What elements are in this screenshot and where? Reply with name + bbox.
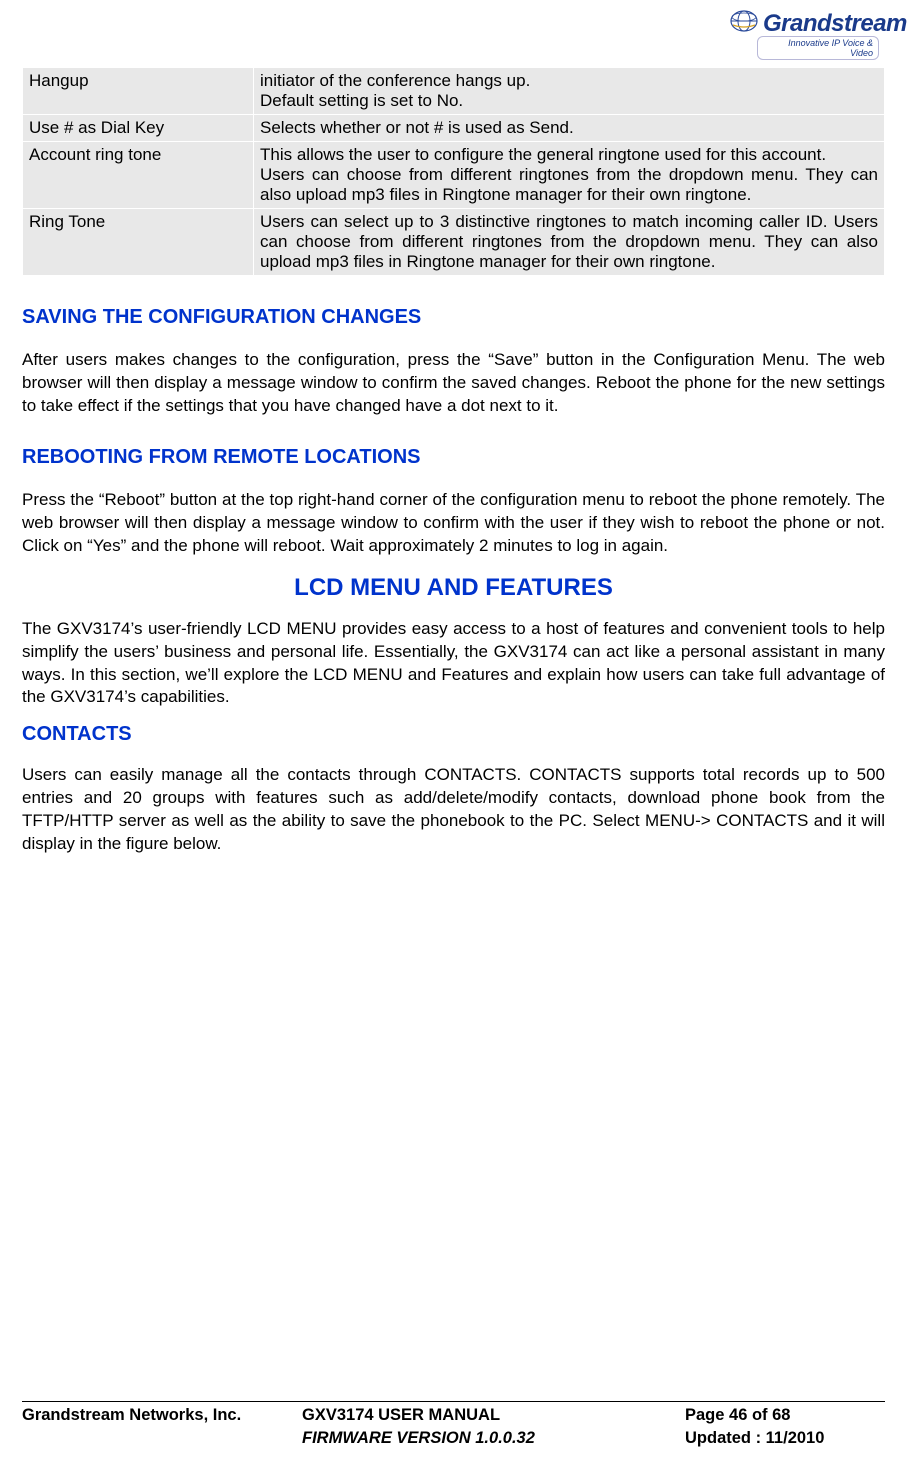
heading-contacts: CONTACTS <box>22 723 885 746</box>
brand-tagline: Innovative IP Voice & Video <box>757 36 879 60</box>
setting-desc: This allows the user to configure the ge… <box>254 142 885 209</box>
setting-label: Account ring tone <box>23 142 254 209</box>
settings-table: Hangup initiator of the conference hangs… <box>22 67 885 276</box>
table-row: Ring Tone Users can select up to 3 disti… <box>23 209 885 276</box>
setting-label: Use # as Dial Key <box>23 115 254 142</box>
paragraph-lcd: The GXV3174’s user-friendly LCD MENU pro… <box>22 618 885 710</box>
paragraph-reboot: Press the “Reboot” button at the top rig… <box>22 489 885 558</box>
table-row: Use # as Dial Key Selects whether or not… <box>23 115 885 142</box>
heading-saving: SAVING THE CONFIGURATION CHANGES <box>22 306 885 329</box>
footer-rule <box>22 1401 885 1402</box>
heading-reboot: REBOOTING FROM REMOTE LOCATIONS <box>22 446 885 469</box>
globe-icon <box>729 6 759 36</box>
brand-name: Grandstream <box>729 10 879 38</box>
setting-desc: Selects whether or not # is used as Send… <box>254 115 885 142</box>
header-logo: Grandstream Innovative IP Voice & Video <box>22 10 885 61</box>
setting-desc: initiator of the conference hangs up. De… <box>254 68 885 115</box>
setting-label: Ring Tone <box>23 209 254 276</box>
paragraph-contacts: Users can easily manage all the contacts… <box>22 764 885 856</box>
page-footer: Grandstream Networks, Inc. GXV3174 USER … <box>22 1401 885 1449</box>
heading-lcd: LCD MENU AND FEATURES <box>22 574 885 602</box>
setting-desc: Users can select up to 3 distinctive rin… <box>254 209 885 276</box>
footer-updated: Updated : 11/2010 <box>685 1427 885 1449</box>
table-row: Hangup initiator of the conference hangs… <box>23 68 885 115</box>
footer-firmware: FIRMWARE VERSION 1.0.0.32 <box>302 1427 685 1449</box>
setting-label: Hangup <box>23 68 254 115</box>
paragraph-saving: After users makes changes to the configu… <box>22 349 885 418</box>
footer-company: Grandstream Networks, Inc. <box>22 1404 302 1426</box>
table-row: Account ring tone This allows the user t… <box>23 142 885 209</box>
footer-page: Page 46 of 68 <box>685 1404 885 1426</box>
footer-manual: GXV3174 USER MANUAL <box>302 1404 685 1426</box>
